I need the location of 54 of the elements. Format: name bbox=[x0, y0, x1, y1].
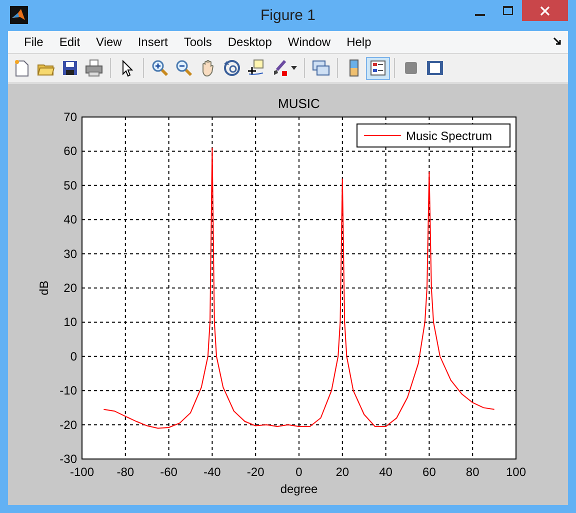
window-title: Figure 1 bbox=[260, 6, 316, 24]
zoom-out-icon bbox=[175, 59, 193, 78]
x-tick-label: -20 bbox=[246, 465, 264, 479]
minimize-icon bbox=[475, 14, 485, 16]
y-tick-label: 60 bbox=[64, 144, 77, 158]
x-tick-label: -80 bbox=[116, 465, 134, 479]
menu-item[interactable]: Help bbox=[338, 34, 380, 49]
y-tick-label: -10 bbox=[60, 384, 77, 398]
x-tick-label: 80 bbox=[466, 465, 480, 479]
chart-title: MUSIC bbox=[278, 96, 320, 111]
y-tick-label: 30 bbox=[64, 246, 77, 261]
x-tick-label: -40 bbox=[204, 465, 221, 479]
legend-line-sample bbox=[364, 135, 402, 136]
menu-item[interactable]: Edit bbox=[51, 34, 88, 49]
x-tick-label: -60 bbox=[160, 465, 178, 479]
menu-item[interactable]: Desktop bbox=[220, 34, 280, 49]
caret-icon bbox=[291, 66, 297, 70]
menu-item[interactable]: Insert bbox=[130, 34, 176, 49]
legend-label: Music Spectrum bbox=[406, 129, 492, 143]
x-tick-label: 0 bbox=[296, 465, 302, 479]
y-tick-label: 50 bbox=[64, 178, 77, 192]
x-tick-label: 100 bbox=[506, 465, 526, 479]
y-axis-label: dB bbox=[37, 280, 51, 296]
menu-item[interactable]: File bbox=[16, 34, 52, 49]
y-tick-label: 20 bbox=[64, 281, 77, 295]
app-logo-icon bbox=[10, 6, 28, 24]
zoom-in-icon bbox=[151, 59, 169, 78]
data-cursor-icon bbox=[247, 59, 265, 78]
legend-tool-button[interactable] bbox=[366, 56, 390, 80]
x-axis-label: degree bbox=[280, 482, 318, 496]
x-tick-label: -100 bbox=[70, 465, 94, 479]
rotate-icon bbox=[223, 59, 241, 78]
printer-icon bbox=[85, 59, 103, 78]
y-tick-label: -20 bbox=[60, 418, 77, 432]
x-tick-label: 60 bbox=[422, 465, 436, 479]
legend-icon bbox=[369, 59, 387, 78]
new-file-icon bbox=[13, 59, 31, 78]
y-tick-label: 70 bbox=[64, 110, 77, 124]
y-tick-label: 0 bbox=[70, 349, 77, 364]
maximize-icon bbox=[503, 6, 513, 16]
menu-item[interactable]: Window bbox=[280, 34, 339, 49]
brush-icon bbox=[271, 59, 289, 78]
window-frame-icon bbox=[426, 59, 444, 78]
menu-item[interactable]: Tools bbox=[176, 34, 220, 49]
linked-windows-icon bbox=[312, 59, 330, 78]
y-tick-label: 40 bbox=[64, 212, 77, 227]
dock-arrow-icon[interactable] bbox=[553, 37, 562, 46]
menu-item[interactable]: View bbox=[88, 34, 130, 49]
close-button[interactable] bbox=[522, 0, 568, 21]
y-tick-label: -30 bbox=[60, 452, 77, 466]
x-tick-label: 20 bbox=[336, 465, 350, 479]
x-tick-label: 40 bbox=[379, 465, 392, 479]
y-tick-label: 10 bbox=[64, 315, 77, 330]
close-icon bbox=[540, 6, 550, 16]
